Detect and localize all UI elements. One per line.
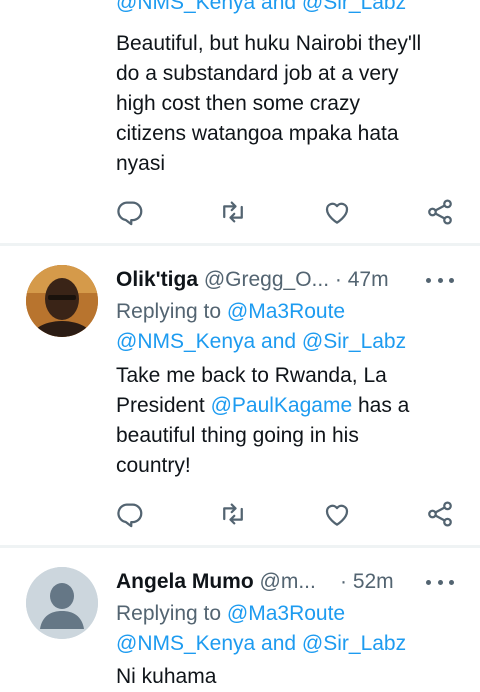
timeline: @NMS_Kenya and @Sir_Labz Beautiful, but … — [0, 0, 480, 692]
replying-to: Replying to @Ma3Route — [116, 602, 346, 625]
more-icon — [426, 579, 431, 585]
mention-link[interactable]: @Ma3Route — [227, 602, 345, 625]
mention-link[interactable]: @NMS_Kenya and @Sir_Labz — [116, 629, 406, 659]
handle[interactable]: @m... — [260, 570, 316, 593]
tweet-header: Angela Mumo @m... — [116, 567, 316, 597]
tweet[interactable]: Angela Mumo @m... · 52m Replying to @Ma3… — [0, 0, 480, 692]
display-name[interactable]: Angela Mumo — [116, 570, 254, 593]
more-button[interactable] — [426, 572, 454, 592]
default-avatar-icon — [26, 567, 98, 639]
tweet-text-line: Ni kuhama — [116, 665, 217, 688]
avatar[interactable] — [26, 567, 98, 639]
timestamp[interactable]: · 52m — [340, 567, 394, 597]
